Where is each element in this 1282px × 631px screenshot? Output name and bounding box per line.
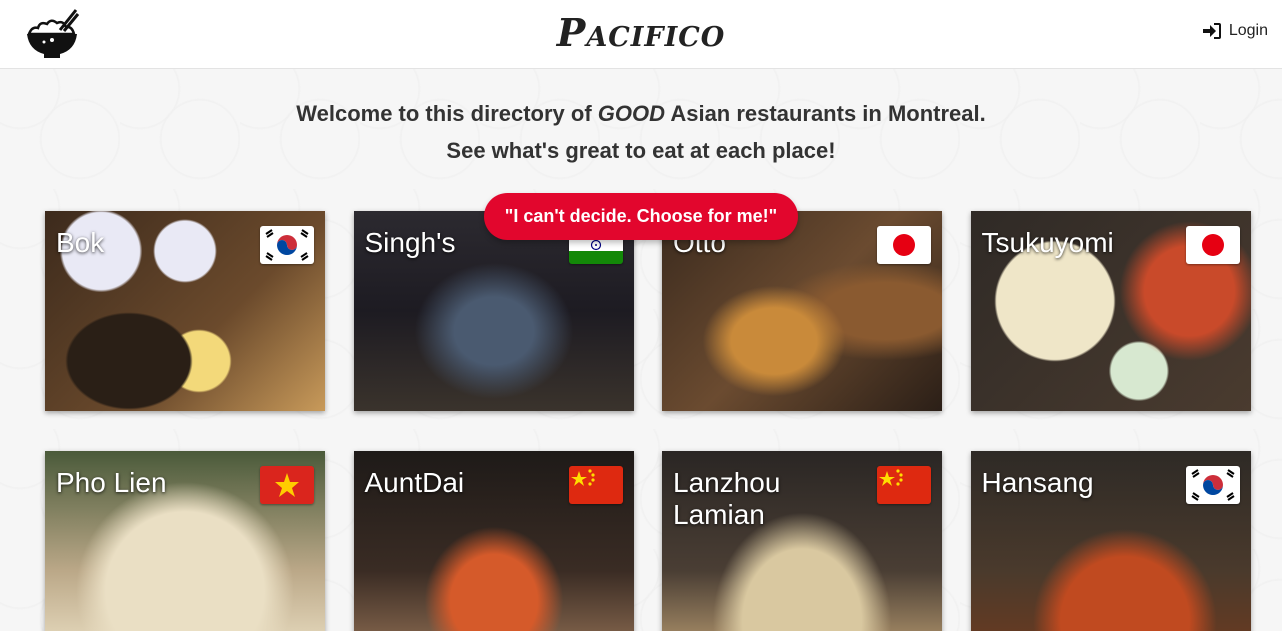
restaurant-card[interactable]: AuntDai — [353, 451, 634, 631]
south-korea-flag-icon — [1185, 466, 1240, 504]
restaurant-name: AuntDai — [364, 467, 465, 498]
top-navbar: Pacifico Login — [0, 0, 1282, 69]
random-choice-button[interactable]: "I can't decide. Choose for me!" — [483, 193, 799, 240]
restaurant-card[interactable]: Otto — [662, 211, 942, 411]
welcome-line-1: Welcome to this directory of GOOD Asian … — [0, 95, 1282, 132]
welcome-line-2: See what's great to eat at each place! — [446, 138, 836, 163]
welcome-emphasis: GOOD — [597, 101, 666, 126]
main-content: Welcome to this directory of GOOD Asian … — [0, 69, 1282, 240]
welcome-text-a: Welcome to this directory of — [296, 101, 598, 126]
login-link[interactable]: Login — [1202, 22, 1268, 40]
restaurant-card[interactable]: Singh's — [353, 211, 634, 411]
welcome-text-b: Asian restaurants in Montreal. — [665, 101, 986, 126]
restaurant-card[interactable]: Hansang — [970, 451, 1251, 631]
restaurant-name: Pho Lien — [56, 467, 167, 498]
restaurant-card[interactable]: Pho Lien — [45, 451, 325, 631]
restaurant-card[interactable]: Tsukuyomi — [970, 211, 1251, 411]
vietnam-flag-icon — [260, 466, 314, 504]
restaurant-name: Lanzhou Lamian — [673, 467, 781, 530]
china-flag-icon — [877, 466, 931, 504]
restaurant-name: Hansang — [981, 467, 1094, 498]
restaurant-card[interactable]: Bok — [45, 211, 325, 411]
sign-in-icon — [1202, 23, 1221, 39]
welcome-message: Welcome to this directory of GOOD Asian … — [0, 95, 1282, 169]
login-label: Login — [1228, 22, 1268, 39]
restaurant-card[interactable]: Lanzhou Lamian — [662, 451, 942, 631]
brand-title[interactable]: Pacifico — [0, 10, 1282, 55]
china-flag-icon — [568, 466, 623, 504]
